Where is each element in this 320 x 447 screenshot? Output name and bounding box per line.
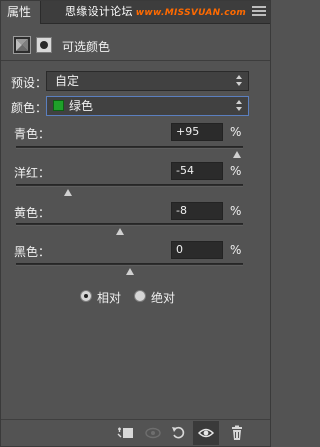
preset-label: 预设： [11, 76, 48, 90]
panel-bottom-bar [1, 419, 270, 446]
layer-mask-icon[interactable] [36, 37, 52, 53]
watermark-text: 思缘设计论坛 [64, 5, 133, 18]
yellow-label: 黄色： [14, 206, 51, 220]
panel-tab-bar: 属性 思缘设计论坛 www.MISSVUAN.com [1, 1, 270, 24]
colors-label: 颜色： [11, 101, 48, 115]
adjustment-header: 可选颜色 [1, 32, 270, 60]
black-label: 黑色： [14, 245, 51, 259]
radio-selected-indicator [80, 290, 92, 302]
delete-icon[interactable] [228, 425, 246, 441]
updown-arrow-icon [236, 100, 243, 112]
cyan-slider-thumb[interactable] [233, 151, 242, 158]
view-previous-icon[interactable] [144, 425, 162, 441]
magenta-percent: % [230, 164, 242, 178]
watermark-site: www.MISSVUAN.com [135, 8, 246, 18]
magenta-label: 洋红： [14, 166, 51, 180]
adjustment-title: 可选颜色 [62, 40, 111, 54]
method-relative-label: 相对 [97, 291, 122, 305]
panel-menu-icon[interactable] [252, 6, 266, 18]
yellow-input[interactable]: -8 [171, 202, 223, 220]
magenta-slider-track[interactable] [16, 184, 243, 196]
radio-indicator [134, 290, 146, 302]
yellow-percent: % [230, 204, 242, 218]
method-absolute-label: 绝对 [151, 291, 176, 305]
colors-value: 绿色 [69, 99, 94, 113]
cyan-slider-track[interactable] [16, 146, 243, 158]
magenta-slider-thumb[interactable] [64, 189, 73, 196]
cyan-percent: % [230, 125, 242, 139]
updown-arrow-icon [236, 75, 243, 87]
yellow-slider-thumb[interactable] [116, 228, 125, 235]
reset-icon[interactable] [170, 425, 188, 441]
black-slider-track[interactable] [16, 263, 243, 275]
cyan-input[interactable]: +95 [171, 123, 223, 141]
magenta-input[interactable]: -54 [171, 162, 223, 180]
black-input[interactable]: 0 [171, 241, 223, 259]
yellow-slider-track[interactable] [16, 223, 243, 235]
visibility-icon[interactable] [197, 425, 215, 441]
cyan-label: 青色： [14, 127, 51, 141]
watermark: 思缘设计论坛 www.MISSVUAN.com [65, 5, 246, 20]
black-percent: % [230, 243, 242, 257]
color-swatch [53, 100, 64, 111]
colors-select[interactable]: 绿色 [46, 96, 249, 116]
divider [1, 60, 270, 61]
clip-to-layer-icon[interactable] [117, 425, 135, 441]
selective-color-adjustment-icon [13, 36, 31, 54]
properties-panel: 属性 思缘设计论坛 www.MISSVUAN.com 可选颜色 预设： 自定 颜色… [0, 0, 271, 447]
black-slider-thumb[interactable] [125, 268, 134, 275]
preset-select[interactable]: 自定 [46, 71, 249, 91]
preset-value: 自定 [55, 74, 80, 88]
tab-properties[interactable]: 属性 [1, 1, 41, 24]
